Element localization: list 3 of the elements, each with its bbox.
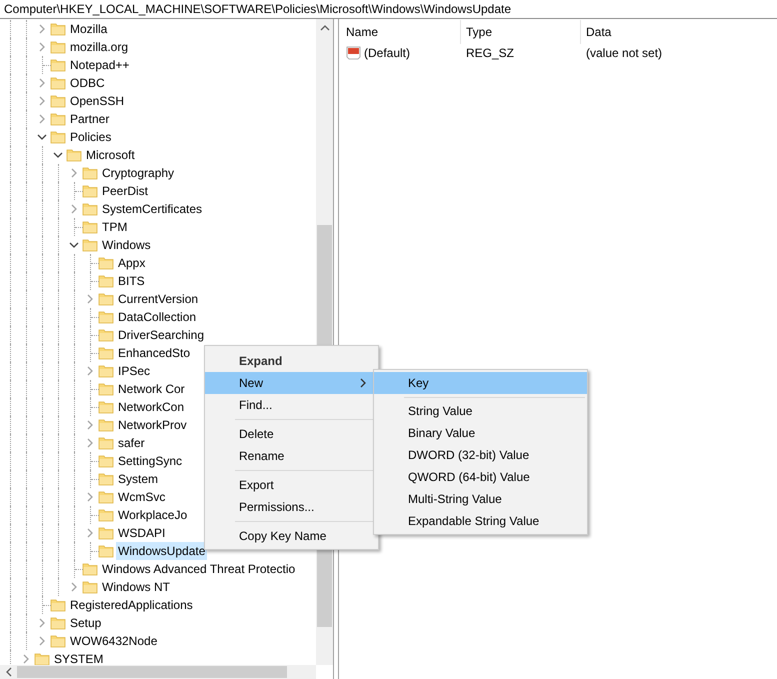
value-name: (Default) (364, 46, 410, 60)
value-data: (value not set) (586, 46, 662, 60)
value-type: REG_SZ (466, 46, 514, 60)
